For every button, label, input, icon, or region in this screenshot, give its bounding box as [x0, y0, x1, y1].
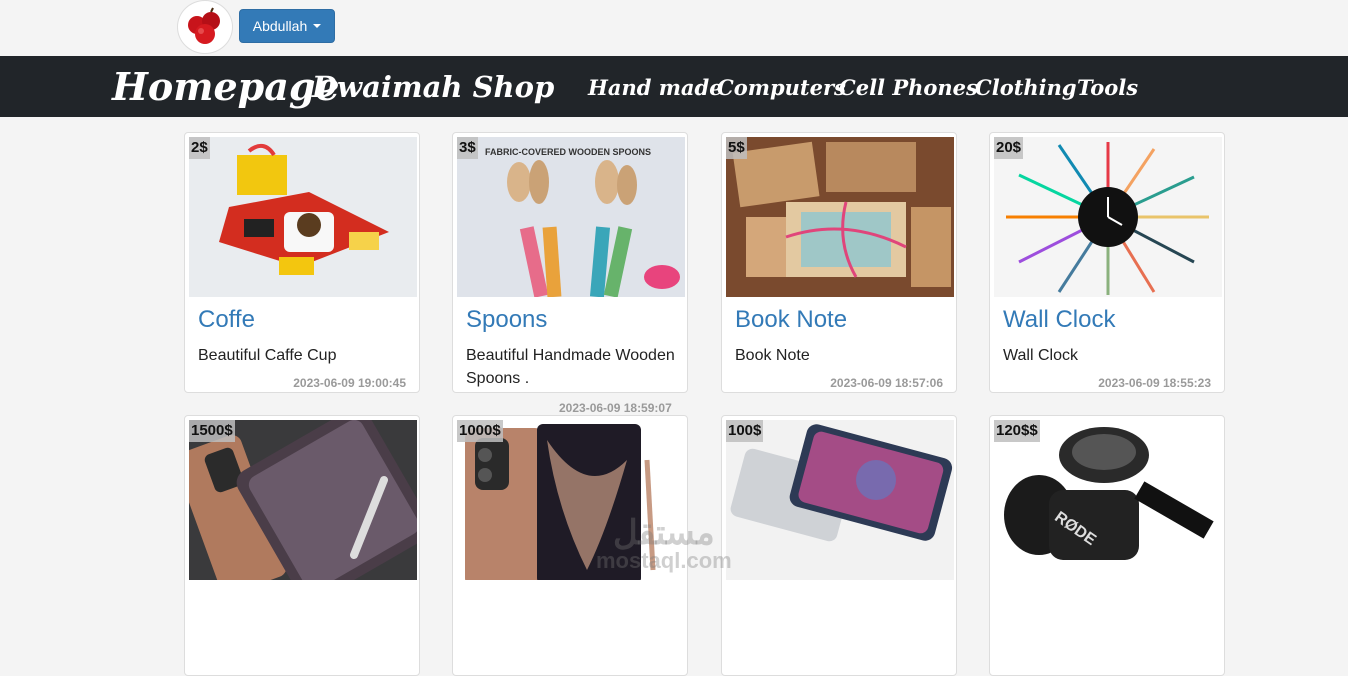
product-title[interactable]: Spoons — [466, 306, 547, 334]
product-card[interactable]: 100$ — [721, 415, 957, 676]
product-title[interactable]: Coffe — [198, 306, 255, 334]
nav-link-clothing[interactable]: Clothing — [975, 75, 1077, 100]
product-description: Wall Clock — [1003, 347, 1078, 364]
price-badge: 2$ — [189, 137, 210, 159]
shop-name-link[interactable]: Dwaimah Shop — [312, 70, 554, 104]
price-badge: 20$ — [994, 137, 1024, 159]
phone-bronze-image[interactable] — [189, 420, 417, 580]
price-badge: 5$ — [726, 137, 747, 159]
spoons-image-caption: FABRIC-COVERED WOODEN SPOONS — [485, 147, 651, 157]
rode-mic-image[interactable]: RØDE — [994, 420, 1222, 580]
product-description: Book Note — [735, 347, 810, 364]
nav-link-tools[interactable]: Tools — [1077, 75, 1138, 100]
caret-down-icon — [313, 24, 322, 28]
product-card[interactable]: 2$ Coffe Beautiful Caffe Cup 2023-06-09 … — [184, 132, 420, 393]
product-card[interactable]: 5$ Book Note Book Note 2023-06-09 18:57:… — [721, 132, 957, 393]
watermark: مستقل mostaql.com — [596, 516, 732, 572]
product-date: 2023-06-09 18:57:06 — [830, 376, 943, 390]
user-name: Abdullah — [252, 18, 308, 34]
price-badge: 1500$ — [189, 420, 235, 442]
nav-link-hand-made[interactable]: Hand made — [588, 75, 723, 100]
pencil-wall-clock-image[interactable] — [994, 137, 1222, 297]
phone-silver-image[interactable] — [726, 420, 954, 580]
product-description: Beautiful Caffe Cup — [198, 347, 337, 364]
user-dropdown-button[interactable]: Abdullah — [239, 9, 335, 43]
price-badge: 100$ — [726, 420, 764, 442]
product-card[interactable]: FABRIC-COVERED WOODEN SPOONS 3$ Spoons B… — [452, 132, 688, 393]
brand-homepage-link[interactable]: Homepage — [112, 64, 340, 109]
product-title[interactable]: Wall Clock — [1003, 306, 1115, 334]
price-badge: 1000$ — [457, 420, 503, 442]
user-bar: Abdullah — [0, 0, 1348, 56]
price-badge: 3$ — [457, 137, 478, 159]
nav-link-cell-phones[interactable]: Cell Phones — [839, 75, 978, 100]
product-title[interactable]: Book Note — [735, 306, 847, 334]
nav-link-computers[interactable]: Computers — [717, 75, 846, 100]
main-navbar: Homepage Dwaimah Shop Hand made Computer… — [0, 56, 1348, 117]
apples-avatar-icon[interactable] — [177, 0, 233, 54]
price-badge: 120$$ — [994, 420, 1040, 442]
product-date: 2023-06-09 19:00:45 — [293, 376, 406, 390]
product-card[interactable]: RØDE 120$$ — [989, 415, 1225, 676]
watermark-arabic: مستقل — [612, 514, 715, 552]
gift-box-mug-image[interactable] — [189, 137, 417, 297]
product-description: Beautiful Handmade Wooden Spoons . — [466, 347, 675, 387]
product-date: 2023-06-09 18:59:07 — [559, 401, 672, 415]
wooden-spoons-image[interactable]: FABRIC-COVERED WOODEN SPOONS — [457, 137, 685, 297]
watermark-latin: mostaql.com — [596, 548, 732, 573]
product-card[interactable]: 1500$ — [184, 415, 420, 676]
notebooks-image[interactable] — [726, 137, 954, 297]
product-date: 2023-06-09 18:55:23 — [1098, 376, 1211, 390]
product-card[interactable]: 20$ Wall Clock Wall Clock 2023-06-09 18:… — [989, 132, 1225, 393]
